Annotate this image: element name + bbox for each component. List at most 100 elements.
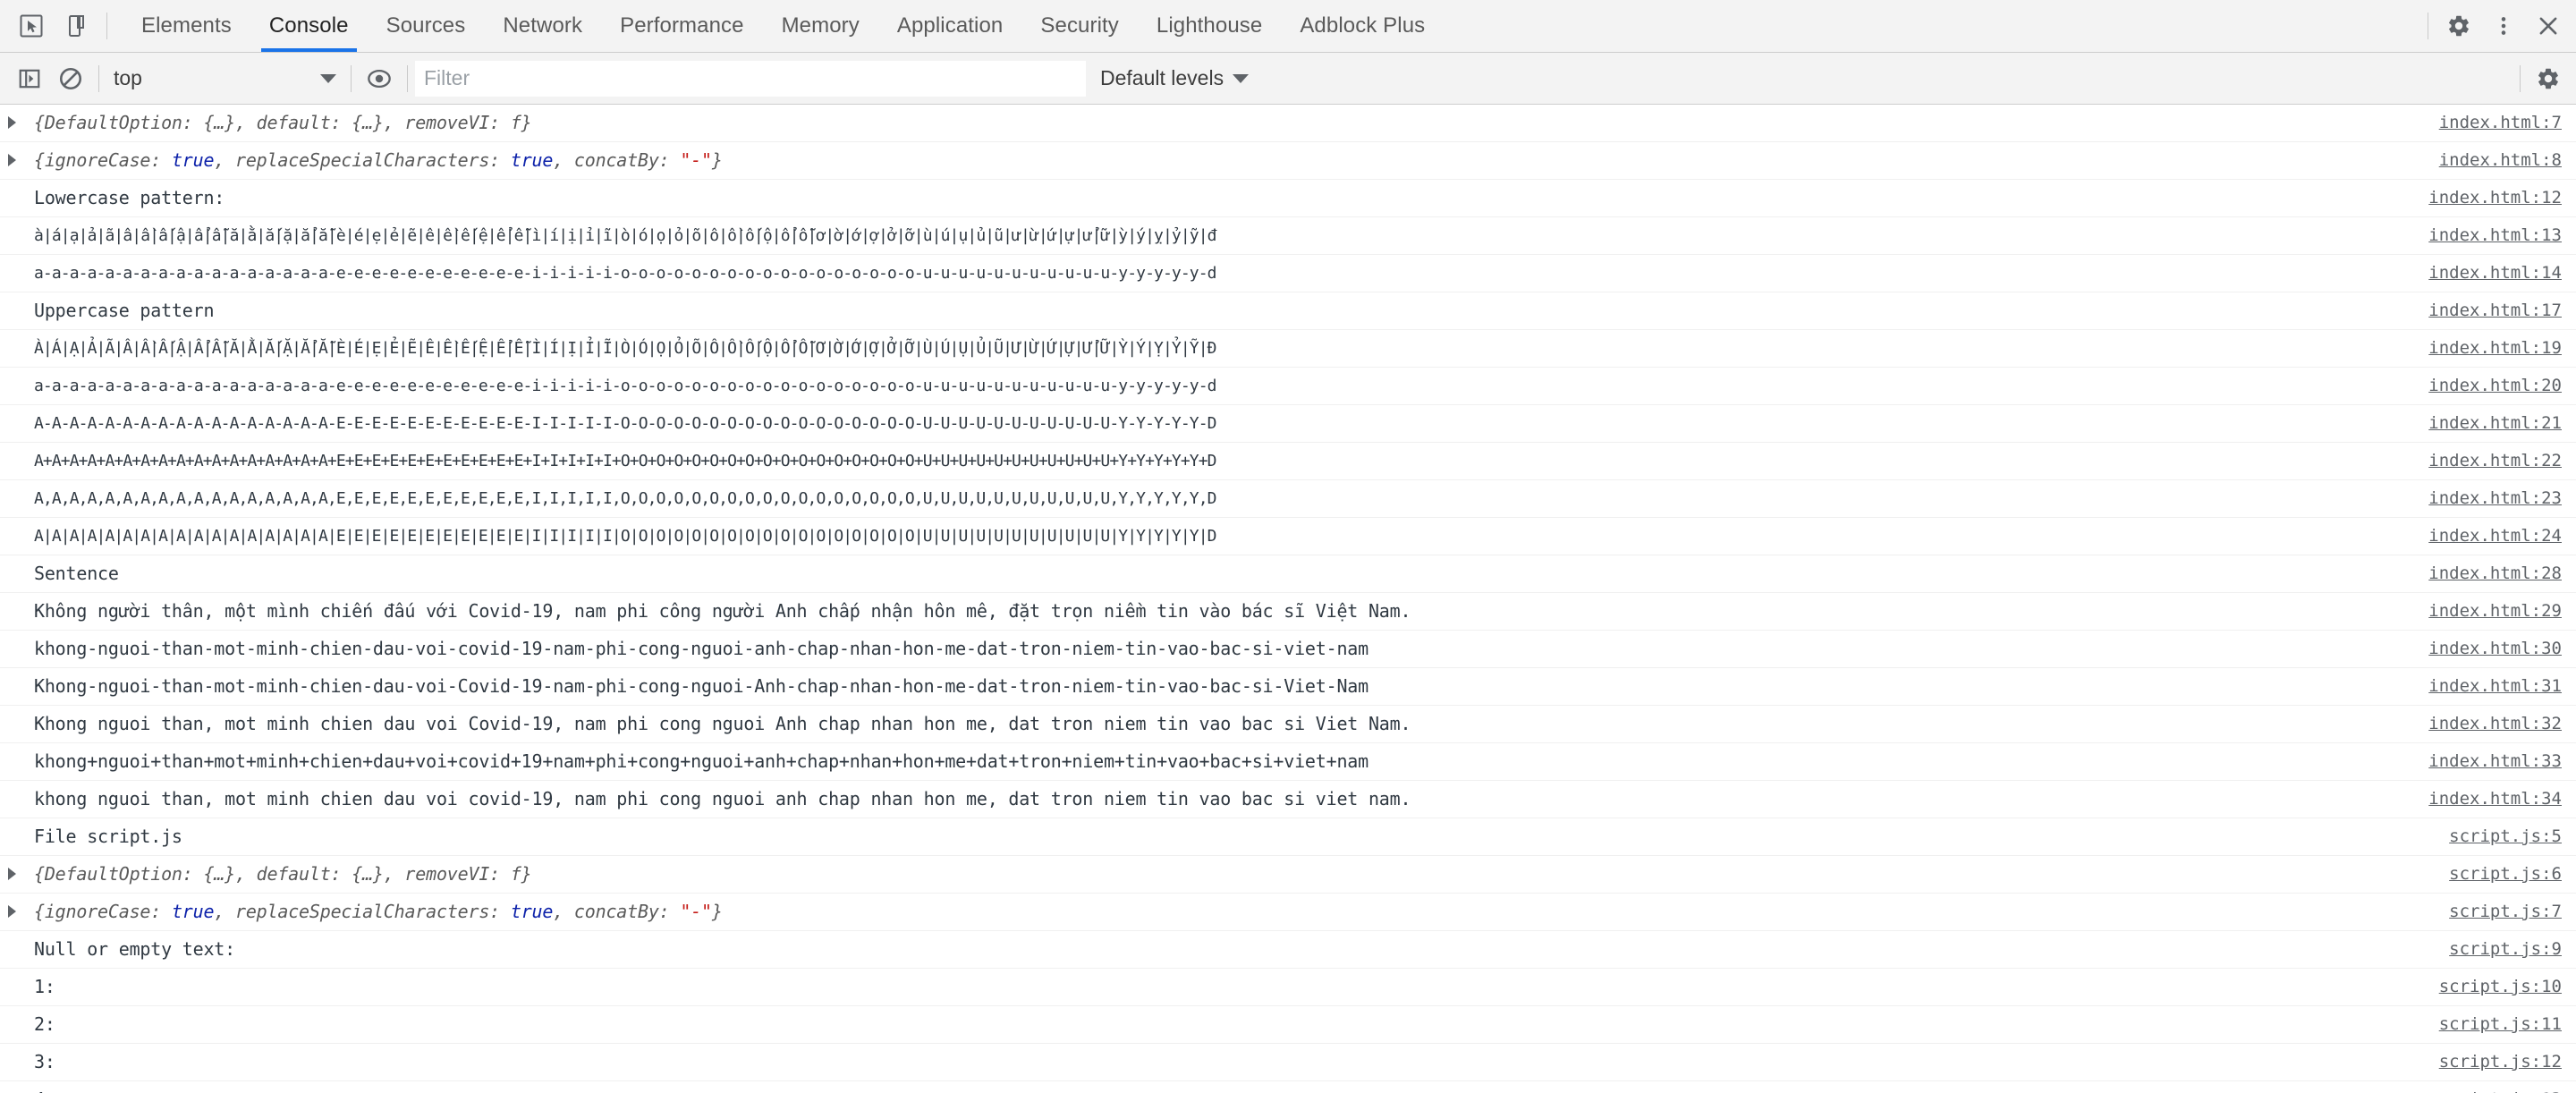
triangle-right-icon <box>7 905 16 918</box>
source-location-link[interactable]: script.js:10 <box>2421 969 2562 1005</box>
source-location-link[interactable]: script.js:13 <box>2421 1081 2562 1093</box>
console-message-text: a-a-a-a-a-a-a-a-a-a-a-a-a-a-a-a-a-e-e-e-… <box>34 377 1217 395</box>
console-message-text: khong nguoi than, mot minh chien dau voi… <box>34 788 1411 809</box>
message-gutter <box>0 931 23 943</box>
expand-arrow-icon[interactable] <box>0 894 23 918</box>
tabbar-divider <box>106 13 107 39</box>
console-message-row: 4:script.js:13 <box>0 1081 2576 1093</box>
close-icon[interactable] <box>2526 0 2571 52</box>
tab-performance[interactable]: Performance <box>601 0 763 52</box>
message-gutter <box>0 706 23 717</box>
source-location-link[interactable]: script.js:9 <box>2431 931 2562 968</box>
console-message-text: khong-nguoi-than-mot-minh-chien-dau-voi-… <box>34 638 1368 659</box>
token-plain: , replaceSpecialCharacters: <box>214 901 511 922</box>
source-location-link[interactable]: index.html:34 <box>2411 781 2562 818</box>
source-location-link[interactable]: index.html:8 <box>2421 142 2562 179</box>
console-message-row: à|á|ạ|ả|ã|â|ầ|ấ|ậ|ẩ|ẫ|ă|ằ|ắ|ặ|ẳ|ẵ|è|é|ẹ|… <box>0 217 2576 255</box>
message-gutter <box>0 292 23 304</box>
expand-arrow-icon[interactable] <box>0 105 23 129</box>
tab-security[interactable]: Security <box>1021 0 1138 52</box>
tab-elements[interactable]: Elements <box>123 0 250 52</box>
more-options-icon[interactable] <box>2481 0 2526 52</box>
tab-application-label: Application <box>896 13 1004 38</box>
console-message-row: {ignoreCase: true, replaceSpecialCharact… <box>0 142 2576 180</box>
source-location-link[interactable]: index.html:14 <box>2411 255 2562 292</box>
expand-arrow-icon[interactable] <box>0 856 23 880</box>
source-location-link[interactable]: index.html:22 <box>2411 443 2562 479</box>
console-settings-gear-icon[interactable] <box>2528 58 2569 99</box>
console-message-text: khong+nguoi+than+mot+minh+chien+dau+voi+… <box>34 750 1368 772</box>
triangle-right-icon <box>7 868 16 880</box>
source-location-link[interactable]: index.html:19 <box>2411 330 2562 367</box>
source-location-link[interactable]: index.html:7 <box>2421 105 2562 141</box>
triangle-right-icon <box>7 154 16 166</box>
source-location-link[interactable]: index.html:12 <box>2411 180 2562 216</box>
console-message-text: Uppercase pattern <box>34 300 215 321</box>
console-sidebar-toggle-icon[interactable] <box>9 58 50 99</box>
console-message-row: File script.js script.js:5 <box>0 818 2576 856</box>
source-location-link[interactable]: index.html:29 <box>2411 593 2562 630</box>
source-location-link[interactable]: script.js:5 <box>2431 818 2562 855</box>
clear-console-icon[interactable] <box>50 58 91 99</box>
console-message-text: Khong-nguoi-than-mot-minh-chien-dau-voi-… <box>34 675 1368 697</box>
source-location-link[interactable]: index.html:32 <box>2411 706 2562 742</box>
console-message-text: À|Á|Ạ|Ả|Ã|Â|Ầ|Ấ|Ậ|Ẩ|Ẫ|Ă|Ằ|Ắ|Ặ|Ẳ|Ẵ|È|É|Ẹ|… <box>34 339 1217 358</box>
source-location-link[interactable]: index.html:13 <box>2411 217 2562 254</box>
tab-network-label: Network <box>503 13 583 38</box>
tab-application[interactable]: Application <box>878 0 1022 52</box>
console-message-text: {DefaultOption: {…}, default: {…}, remov… <box>23 856 2431 893</box>
source-location-link[interactable]: script.js:7 <box>2431 894 2562 930</box>
message-gutter <box>0 1006 23 1018</box>
console-message-row: Null or empty text: script.js:9 <box>0 931 2576 969</box>
console-message-text: 4: <box>23 1081 2421 1093</box>
token-plain: {ignoreCase: <box>34 901 172 922</box>
console-message-text: {ignoreCase: true, replaceSpecialCharact… <box>23 142 2421 179</box>
message-gutter <box>0 1044 23 1055</box>
console-message-row: Uppercase pattern index.html:17 <box>0 292 2576 330</box>
console-message-row: Lowercase pattern: index.html:12 <box>0 180 2576 217</box>
console-message-row: Khong-nguoi-than-mot-minh-chien-dau-voi-… <box>0 668 2576 706</box>
console-message-text: A|A|A|A|A|A|A|A|A|A|A|A|A|A|A|A|A|E|E|E|… <box>34 527 1217 546</box>
token-plain: } <box>711 149 723 171</box>
tab-console[interactable]: Console <box>250 0 368 52</box>
tab-lighthouse-label: Lighthouse <box>1156 13 1263 38</box>
live-expression-icon[interactable] <box>359 58 400 99</box>
filter-input[interactable] <box>415 60 1086 97</box>
source-location-link[interactable]: script.js:12 <box>2421 1044 2562 1080</box>
console-toolbar: top Default levels <box>0 53 2576 105</box>
tab-security-label: Security <box>1040 13 1119 38</box>
console-message-row: a-a-a-a-a-a-a-a-a-a-a-a-a-a-a-a-a-e-e-e-… <box>0 368 2576 405</box>
execution-context-selector[interactable]: top <box>106 61 343 97</box>
chevron-down-icon <box>1233 73 1250 83</box>
source-location-link[interactable]: index.html:24 <box>2411 518 2562 555</box>
tab-adblock-plus[interactable]: Adblock Plus <box>1281 0 1444 52</box>
tab-network[interactable]: Network <box>484 0 601 52</box>
source-location-link[interactable]: index.html:20 <box>2411 368 2562 404</box>
token-plain: {ignoreCase: <box>34 149 172 171</box>
tab-lighthouse[interactable]: Lighthouse <box>1138 0 1281 52</box>
log-levels-selector[interactable]: Default levels <box>1100 66 1250 90</box>
source-location-link[interactable]: index.html:23 <box>2411 480 2562 517</box>
message-gutter <box>0 480 23 492</box>
log-levels-label: Default levels <box>1100 66 1224 89</box>
console-message-row: khong+nguoi+than+mot+minh+chien+dau+voi+… <box>0 743 2576 781</box>
source-location-link[interactable]: index.html:30 <box>2411 631 2562 667</box>
message-gutter <box>0 593 23 605</box>
tab-elements-label: Elements <box>141 13 232 38</box>
device-toolbar-icon[interactable] <box>54 0 98 52</box>
expand-arrow-icon[interactable] <box>0 142 23 166</box>
tab-memory[interactable]: Memory <box>763 0 878 52</box>
tab-sources[interactable]: Sources <box>368 0 485 52</box>
message-gutter <box>0 818 23 830</box>
console-message-text: A-A-A-A-A-A-A-A-A-A-A-A-A-A-A-A-A-E-E-E-… <box>34 414 1217 433</box>
source-location-link[interactable]: index.html:17 <box>2411 292 2562 329</box>
source-location-link[interactable]: index.html:33 <box>2411 743 2562 780</box>
source-location-link[interactable]: index.html:31 <box>2411 668 2562 705</box>
source-location-link[interactable]: script.js:11 <box>2421 1006 2562 1043</box>
source-location-link[interactable]: script.js:6 <box>2431 856 2562 893</box>
source-location-link[interactable]: index.html:28 <box>2411 555 2562 592</box>
source-location-link[interactable]: index.html:21 <box>2411 405 2562 442</box>
settings-gear-icon[interactable] <box>2436 0 2481 52</box>
inspect-element-icon[interactable] <box>9 0 54 52</box>
tab-adblock-plus-label: Adblock Plus <box>1300 13 1426 38</box>
